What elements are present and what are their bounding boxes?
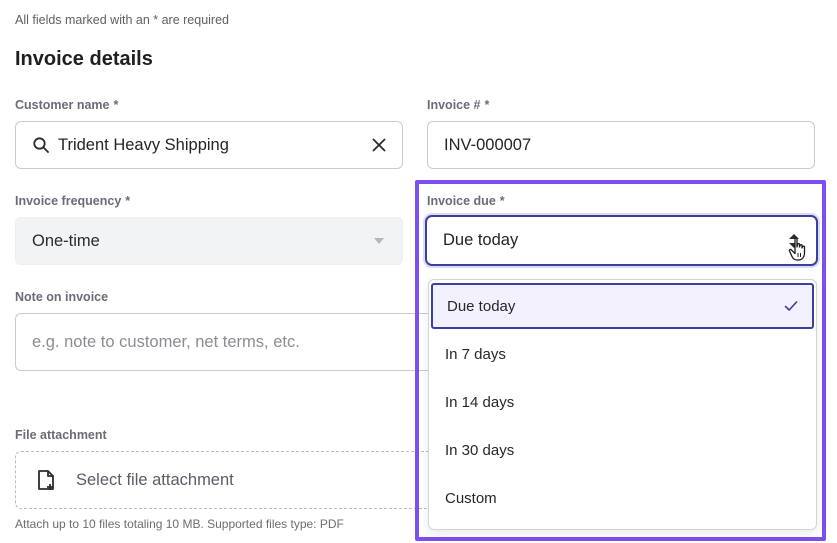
invoice-number-label: Invoice # * [427, 98, 489, 112]
option-label: In 14 days [445, 393, 515, 411]
invoice-number-label-text: Invoice # [427, 98, 481, 112]
dropdown-option-custom[interactable]: Custom [431, 475, 814, 521]
note-input[interactable]: e.g. note to customer, net terms, etc. [15, 313, 435, 371]
dropdown-option-in-30-days[interactable]: In 30 days [431, 427, 814, 473]
required-fields-note: All fields marked with an * are required [15, 13, 229, 27]
note-placeholder: e.g. note to customer, net terms, etc. [32, 332, 300, 351]
invoice-due-label-text: Invoice due [427, 194, 496, 208]
option-label: In 7 days [445, 345, 506, 363]
invoice-frequency-label-text: Invoice frequency [15, 194, 122, 208]
file-add-icon [38, 470, 54, 490]
option-label: Due today [447, 297, 516, 315]
customer-name-label: Customer name * [15, 98, 118, 112]
required-marker: * [125, 194, 131, 208]
invoice-due-select[interactable]: Due today [425, 215, 818, 266]
note-label: Note on invoice [15, 290, 109, 304]
close-icon[interactable] [370, 136, 388, 154]
invoice-number-field[interactable]: INV-000007 [427, 121, 815, 169]
file-attachment-label: File attachment [15, 428, 107, 442]
check-icon [784, 301, 798, 311]
section-title: Invoice details [15, 48, 153, 70]
dropdown-option-in-14-days[interactable]: In 14 days [431, 379, 814, 425]
customer-name-value: Trident Heavy Shipping [58, 135, 229, 154]
invoice-due-dropdown: Due today In 7 days In 14 days In 30 day… [428, 279, 817, 530]
file-attachment-help-text: Attach up to 10 files totaling 10 MB. Su… [15, 517, 344, 531]
invoice-number-value: INV-000007 [444, 135, 532, 154]
hand-cursor-icon [788, 237, 806, 261]
invoice-due-label: Invoice due * [427, 194, 505, 208]
option-label: In 30 days [445, 441, 515, 459]
invoice-frequency-label: Invoice frequency * [15, 194, 130, 208]
invoice-due-value: Due today [443, 231, 519, 249]
customer-name-field[interactable]: Trident Heavy Shipping [15, 121, 403, 169]
file-attachment-dropzone[interactable]: Select file attachment [15, 451, 435, 509]
required-marker: * [499, 194, 505, 208]
option-label: Custom [445, 489, 497, 507]
file-attachment-button-label: Select file attachment [76, 470, 234, 489]
dropdown-option-due-today[interactable]: Due today [431, 283, 814, 329]
required-marker: * [484, 98, 490, 112]
customer-name-label-text: Customer name [15, 98, 110, 112]
search-icon [33, 137, 49, 153]
required-marker: * [113, 98, 119, 112]
invoice-frequency-value: One-time [32, 231, 100, 250]
invoice-frequency-select[interactable]: One-time [15, 217, 403, 265]
chevron-down-icon [374, 238, 384, 244]
dropdown-option-in-7-days[interactable]: In 7 days [431, 331, 814, 377]
